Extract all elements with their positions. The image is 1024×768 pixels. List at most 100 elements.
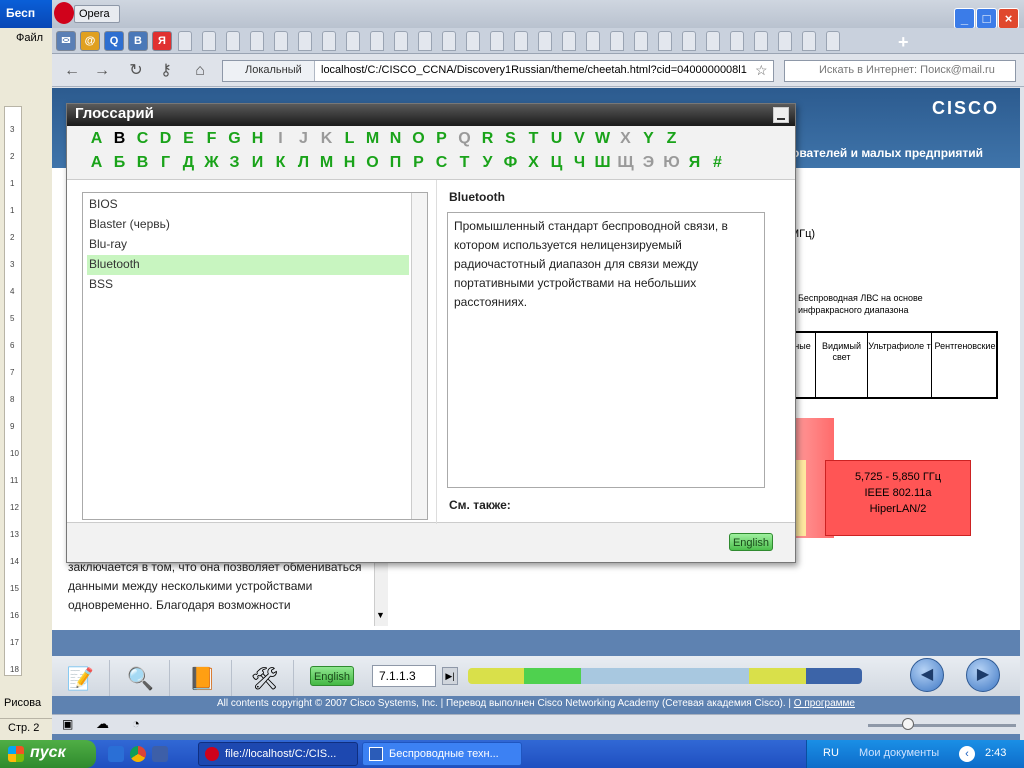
letter-cyr-21[interactable]: Ч <box>568 154 591 172</box>
letter-g[interactable]: G <box>223 130 246 148</box>
letter-cyr-10[interactable]: М <box>315 154 338 172</box>
taskbar-item-word[interactable]: Беспроводные техн... <box>362 742 522 766</box>
progress-segment[interactable] <box>468 668 526 684</box>
browser-tab[interactable] <box>802 31 816 51</box>
progress-segment[interactable] <box>580 668 638 684</box>
start-button[interactable]: пуск <box>0 740 96 768</box>
glossary-english-button[interactable]: English <box>729 533 773 551</box>
letter-cyr-20[interactable]: Ц <box>545 154 568 172</box>
letter-cyr-19[interactable]: Х <box>522 154 545 172</box>
letter-y[interactable]: Y <box>637 130 660 148</box>
tools-icon[interactable]: 🛠 <box>236 660 294 698</box>
about-link[interactable]: О программе <box>794 698 855 709</box>
letter-cyr-6[interactable]: З <box>223 154 246 172</box>
browser-tab[interactable] <box>370 31 384 51</box>
search-input[interactable]: Искать в Интернет: Поиск@mail.ru <box>784 60 1016 82</box>
browser-tab[interactable] <box>562 31 576 51</box>
word-menu-file[interactable]: Файл <box>0 28 52 50</box>
letter-cyr-27[interactable]: # <box>706 154 729 172</box>
search-icon[interactable]: Q <box>104 31 124 51</box>
maximize-icon[interactable]: □ <box>976 8 997 29</box>
browser-tab[interactable] <box>682 31 696 51</box>
letter-cyr-18[interactable]: Ф <box>499 154 522 172</box>
ie-icon[interactable] <box>108 746 124 762</box>
letter-s[interactable]: S <box>499 130 522 148</box>
tray-chevron-icon[interactable]: ‹ <box>959 746 975 762</box>
glossary-book-icon[interactable]: 📙 <box>174 660 232 698</box>
letter-e[interactable]: E <box>177 130 200 148</box>
letter-z[interactable]: Z <box>660 130 683 148</box>
goto-page-icon[interactable]: ▶| <box>442 667 458 685</box>
browser-tab[interactable] <box>514 31 528 51</box>
reload-icon[interactable]: ↻ <box>126 61 146 81</box>
browser-tab[interactable] <box>706 31 720 51</box>
browser-tab[interactable] <box>538 31 552 51</box>
scroll-down-icon[interactable]: ▼ <box>376 610 385 620</box>
letter-cyr-9[interactable]: Л <box>292 154 315 172</box>
letter-cyr-14[interactable]: Р <box>407 154 430 172</box>
letter-cyr-15[interactable]: С <box>430 154 453 172</box>
letter-o[interactable]: O <box>407 130 430 148</box>
letter-cyr-26[interactable]: Я <box>683 154 706 172</box>
cloud-icon[interactable]: ☁ <box>96 716 109 732</box>
next-page-icon[interactable]: ▶ <box>966 658 1000 692</box>
letter-m[interactable]: M <box>361 130 384 148</box>
term-item[interactable]: BIOS <box>87 195 409 215</box>
letter-f[interactable]: F <box>200 130 223 148</box>
browser-tab[interactable] <box>346 31 360 51</box>
letter-cyr-0[interactable]: А <box>85 154 108 172</box>
letter-cyr-5[interactable]: Ж <box>200 154 223 172</box>
letter-cyr-13[interactable]: П <box>384 154 407 172</box>
course-english-button[interactable]: English <box>310 666 354 686</box>
browser-tab[interactable] <box>442 31 456 51</box>
word-draw-toolbar[interactable]: Рисова <box>0 694 52 714</box>
address-field[interactable]: Локальный localhost/C:/CISCO_CCNA/Discov… <box>222 60 774 82</box>
browser-tab[interactable] <box>754 31 768 51</box>
search-magnifier-icon[interactable]: 🔍 <box>112 660 170 698</box>
browser-tab[interactable] <box>322 31 336 51</box>
letter-n[interactable]: N <box>384 130 407 148</box>
minimize-icon[interactable]: _ <box>954 8 975 29</box>
home-icon[interactable]: ⌂ <box>190 61 210 81</box>
letter-a[interactable]: A <box>85 130 108 148</box>
address-url[interactable]: localhost/C:/CISCO_CCNA/Discovery1Russia… <box>321 64 751 76</box>
browser-tab[interactable] <box>490 31 504 51</box>
letter-r[interactable]: R <box>476 130 499 148</box>
letter-cyr-2[interactable]: В <box>131 154 154 172</box>
browser-tab[interactable] <box>226 31 240 51</box>
term-item[interactable]: Blaster (червь) <box>87 215 409 235</box>
browser-tab[interactable] <box>178 31 192 51</box>
browser-tab[interactable] <box>658 31 672 51</box>
progress-segment[interactable] <box>693 668 751 684</box>
progress-segment[interactable] <box>524 668 582 684</box>
letter-t[interactable]: T <box>522 130 545 148</box>
speed-dial-icon[interactable]: ◔ <box>132 716 140 731</box>
forward-icon[interactable]: → <box>92 61 112 81</box>
letter-cyr-17[interactable]: У <box>476 154 499 172</box>
vk-icon[interactable]: B <box>128 31 148 51</box>
back-icon[interactable]: ← <box>62 61 82 81</box>
zoom-slider-knob[interactable] <box>902 718 914 730</box>
letter-cyr-3[interactable]: Г <box>154 154 177 172</box>
opera-logo-icon[interactable] <box>54 2 74 24</box>
letter-cyr-12[interactable]: О <box>361 154 384 172</box>
opera-menu-button[interactable]: Opera <box>74 5 120 23</box>
prev-page-icon[interactable]: ◀ <box>910 658 944 692</box>
browser-tab[interactable] <box>298 31 312 51</box>
progress-segment[interactable] <box>749 668 807 684</box>
taskbar-item-opera[interactable]: file://localhost/C:/CIS... <box>198 742 358 766</box>
browser-tab[interactable] <box>730 31 744 51</box>
letter-cyr-1[interactable]: Б <box>108 154 131 172</box>
browser-tab[interactable] <box>586 31 600 51</box>
wand-icon[interactable]: ⚷ <box>156 61 176 81</box>
my-documents-label[interactable]: Мои документы <box>859 747 939 759</box>
browser-tab[interactable] <box>250 31 264 51</box>
browser-tab[interactable] <box>394 31 408 51</box>
letter-cyr-4[interactable]: Д <box>177 154 200 172</box>
glossary-minimize-icon[interactable] <box>773 107 789 123</box>
browser-tab[interactable] <box>202 31 216 51</box>
letter-p[interactable]: P <box>430 130 453 148</box>
progress-segment[interactable] <box>805 668 862 684</box>
browser-tab[interactable] <box>610 31 624 51</box>
term-list-scrollbar[interactable] <box>411 193 427 519</box>
